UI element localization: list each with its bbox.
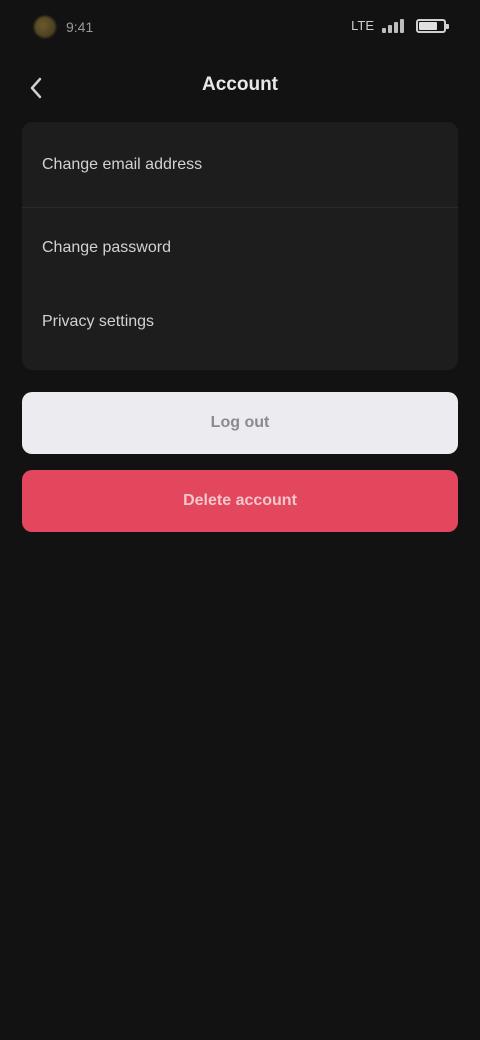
settings-card: Change email address Change password Pri…	[22, 122, 458, 370]
settings-item-privacy[interactable]: Privacy settings	[22, 282, 458, 362]
settings-item-label: Privacy settings	[42, 313, 155, 330]
app-logo-icon	[34, 16, 56, 38]
signal-icon	[382, 18, 408, 33]
screen: 9:41 LTE Account Change email address Ch…	[0, 0, 480, 1040]
settings-item-label: Change password	[42, 239, 171, 256]
network-label: LTE	[351, 18, 374, 33]
status-bar: 9:41 LTE	[0, 0, 480, 60]
header: Account	[0, 60, 480, 116]
settings-item-change-email[interactable]: Change email address	[22, 122, 458, 208]
status-right: LTE	[351, 18, 449, 33]
delete-account-button[interactable]: Delete account	[22, 470, 458, 532]
page-title: Account	[202, 74, 278, 95]
settings-item-change-password[interactable]: Change password	[22, 208, 458, 288]
status-time: 9:41	[66, 19, 94, 35]
battery-icon	[416, 18, 449, 33]
status-left: 9:41	[34, 16, 93, 38]
log-out-button[interactable]: Log out	[22, 392, 458, 454]
settings-item-label: Change email address	[42, 155, 203, 173]
